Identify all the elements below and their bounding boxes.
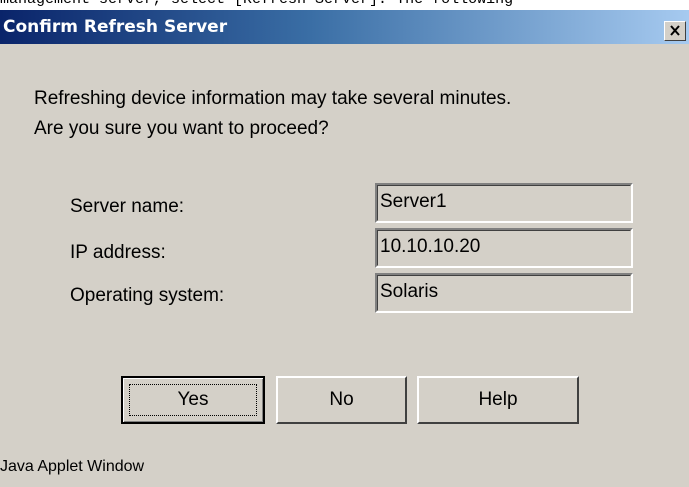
message-line-1: Refreshing device information may take s… <box>34 88 512 109</box>
background-document-text: management server, select [Refresh Serve… <box>0 0 689 10</box>
ip-address-label: IP address: <box>70 242 166 263</box>
operating-system-field: Solaris <box>375 273 633 313</box>
help-button[interactable]: Help <box>417 376 579 424</box>
ip-address-field: 10.10.10.20 <box>375 228 633 268</box>
yes-button-label: Yes <box>177 389 209 410</box>
title-bar[interactable]: Confirm Refresh Server <box>0 10 689 44</box>
yes-button[interactable]: Yes <box>121 376 265 424</box>
close-button[interactable] <box>664 21 686 41</box>
server-name-value: Server1 <box>380 191 447 212</box>
help-button-label: Help <box>478 389 518 410</box>
operating-system-label: Operating system: <box>70 285 225 306</box>
dialog-title: Confirm Refresh Server <box>3 17 228 37</box>
server-name-label: Server name: <box>70 196 185 217</box>
applet-window-footer: Java Applet Window <box>0 458 145 475</box>
no-button-label: No <box>329 389 354 410</box>
confirm-refresh-dialog: Confirm Refresh Server Refreshing device… <box>0 10 689 487</box>
server-name-field: Server1 <box>375 183 633 223</box>
operating-system-value: Solaris <box>380 281 439 302</box>
ip-address-value: 10.10.10.20 <box>380 236 481 257</box>
message-line-2: Are you sure you want to proceed? <box>34 118 329 139</box>
close-icon <box>670 25 680 36</box>
no-button[interactable]: No <box>276 376 407 424</box>
